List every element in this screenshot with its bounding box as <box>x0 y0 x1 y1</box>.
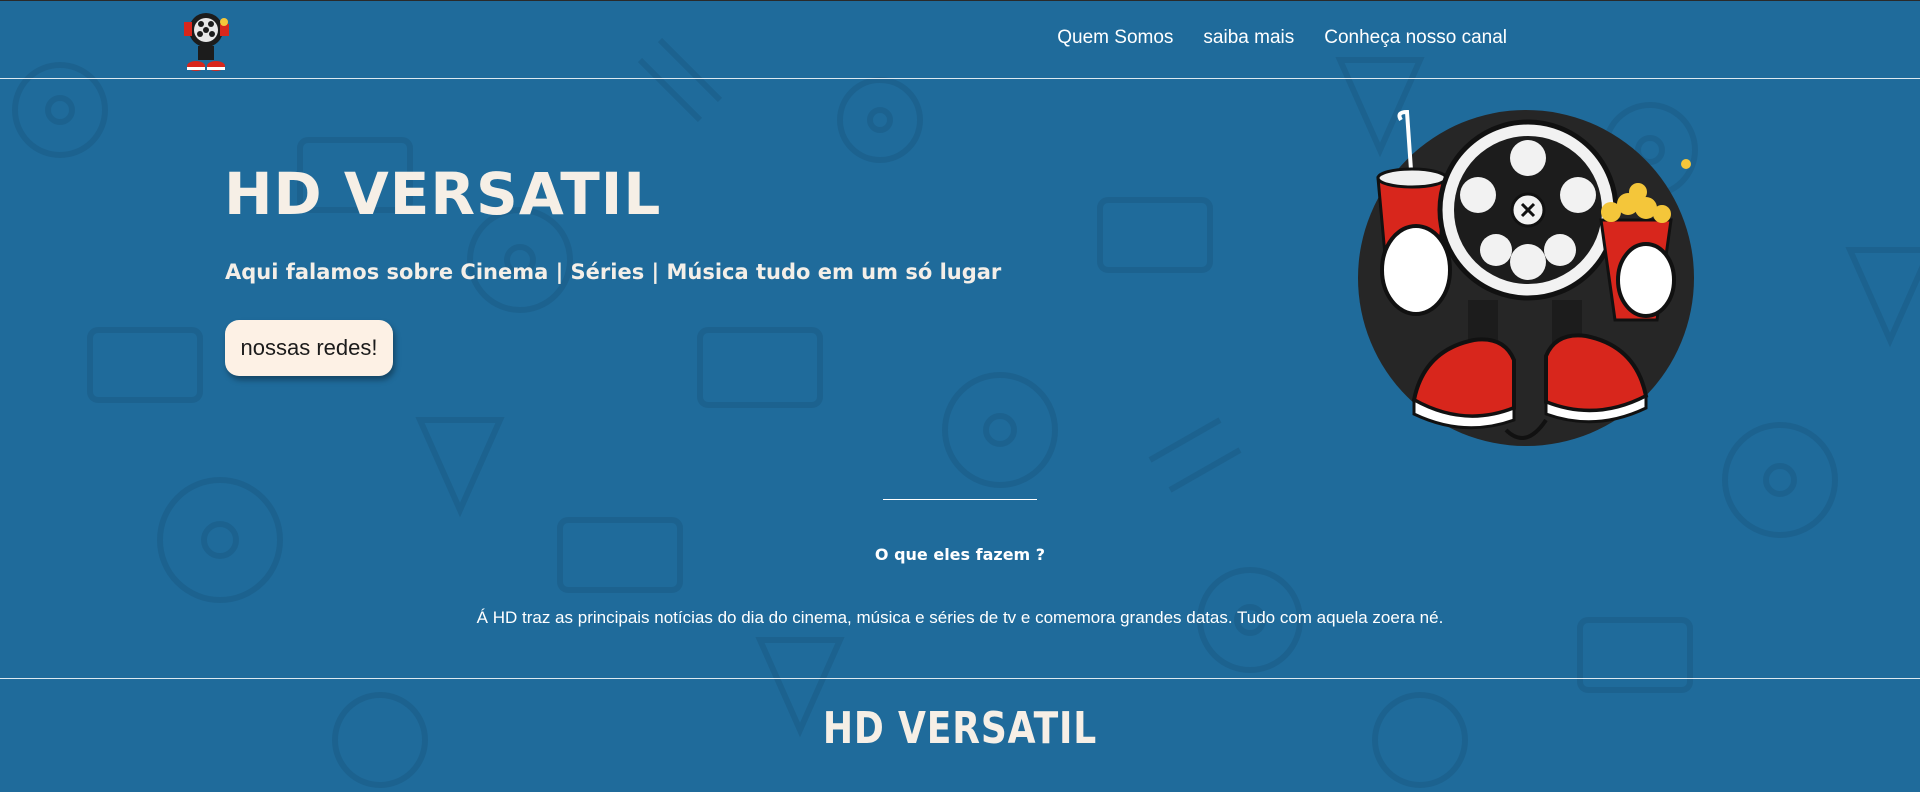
hero-title: HD VERSATIL <box>224 160 662 228</box>
nav-quem-somos[interactable]: Quem Somos <box>1057 27 1173 49</box>
footer-border <box>0 678 1920 679</box>
film-reel-mascot-illustration <box>1358 109 1694 446</box>
nav-conheca-canal[interactable]: Conheça nosso canal <box>1324 27 1507 49</box>
site-header: Quem Somos saiba mais Conheça nosso cana… <box>0 0 1920 79</box>
hero-subtitle: Aqui falamos sobre Cinema | Séries | Mús… <box>225 260 1002 284</box>
about-text: Á HD traz as principais notícias do dia … <box>476 608 1444 627</box>
about-title: O que eles fazem ? <box>874 545 1046 564</box>
nav-saiba-mais[interactable]: saiba mais <box>1203 27 1294 49</box>
section-divider <box>883 499 1037 500</box>
footer-title: HD VERSATIL <box>822 703 1098 754</box>
logo[interactable] <box>174 8 238 74</box>
social-networks-button[interactable]: nossas redes! <box>225 320 393 376</box>
main-nav: Quem Somos saiba mais Conheça nosso cana… <box>1057 27 1507 49</box>
